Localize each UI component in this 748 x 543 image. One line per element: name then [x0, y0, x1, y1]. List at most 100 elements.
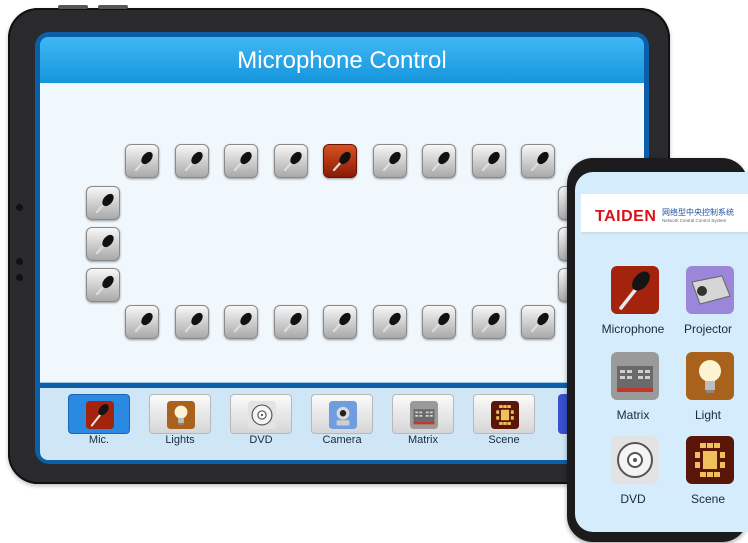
app-scene[interactable]: Scene	[670, 436, 746, 512]
microphone-icon	[184, 151, 203, 172]
mic-button[interactable]	[422, 305, 456, 339]
microphone-icon	[332, 151, 351, 172]
mic-button[interactable]	[372, 144, 407, 178]
page-title: Microphone Control	[237, 47, 447, 74]
microphone-icon	[481, 312, 500, 333]
scene-icon	[491, 397, 519, 433]
disc-icon	[611, 436, 659, 484]
dock-item-scene[interactable]: Scene	[473, 394, 535, 448]
mic-button[interactable]	[323, 144, 357, 178]
microphone-icon	[134, 151, 153, 172]
microphone-icon	[283, 151, 302, 172]
mic-button[interactable]	[521, 305, 555, 339]
mic-button[interactable]	[86, 268, 120, 302]
app-label: Matrix	[616, 408, 650, 422]
app-projector[interactable]: Projector	[670, 266, 746, 342]
microphone-icon	[134, 312, 153, 333]
mic-button[interactable]	[323, 305, 357, 339]
mic-button[interactable]	[125, 305, 159, 339]
dock-label: Mic.	[88, 434, 110, 446]
microphone-icon	[95, 234, 114, 255]
app-microphone[interactable]: Microphone	[595, 266, 671, 342]
microphone-icon	[95, 275, 114, 296]
bottom-dock: Mic. Lights DVD Camera Matrix Scene	[40, 388, 644, 460]
dock-label: Scene	[488, 434, 520, 446]
mic-button[interactable]	[273, 144, 308, 178]
header-bar: Microphone Control	[40, 37, 644, 85]
app-label: Projector	[683, 322, 733, 336]
camera-dot	[16, 258, 23, 265]
camera-icon	[329, 397, 357, 433]
microphone-icon	[611, 266, 659, 314]
microphone-icon	[481, 151, 500, 172]
phone-device: TAIDEN 网络型中央控制系统 Network Central Control…	[567, 158, 748, 542]
brand-tagline-en: Network Central Control System	[662, 218, 727, 223]
dock-tile	[392, 394, 454, 434]
mic-button[interactable]	[125, 144, 159, 178]
microphone-icon	[283, 312, 302, 333]
tablet-screen: Microphone Control Mic. Lights DVD Camera Ma…	[35, 32, 649, 464]
dock-tile	[230, 394, 292, 434]
microphone-icon	[184, 312, 203, 333]
bulb-icon	[686, 352, 734, 400]
microphone-icon	[233, 151, 252, 172]
mic-button[interactable]	[174, 144, 209, 178]
dock-label: Camera	[322, 434, 362, 446]
dock-tile	[473, 394, 535, 434]
mic-button[interactable]	[174, 305, 209, 339]
app-label: Scene	[690, 492, 726, 506]
dock-item-lights[interactable]: Lights	[149, 394, 211, 448]
brand-tagline-cn: 网络型中央控制系统	[662, 208, 734, 217]
projector-icon	[686, 266, 734, 314]
app-label: Light	[694, 408, 722, 422]
mic-button[interactable]	[224, 144, 258, 178]
microphone-icon	[382, 151, 401, 172]
dock-label: DVD	[249, 434, 273, 446]
camera-dot	[16, 274, 23, 281]
brand-header: TAIDEN 网络型中央控制系统 Network Central Control…	[581, 194, 748, 234]
mic-button[interactable]	[273, 305, 308, 339]
brand-logo: TAIDEN	[595, 208, 657, 225]
dock-item-matrix[interactable]: Matrix	[392, 394, 454, 448]
mic-grid-area	[40, 83, 644, 383]
phone-screen: TAIDEN 网络型中央控制系统 Network Central Control…	[575, 172, 748, 532]
matrix-icon	[611, 352, 659, 400]
mic-button[interactable]	[86, 227, 120, 261]
app-label: Microphone	[601, 322, 665, 336]
device-composite: Microphone Control Mic. Lights DVD Camera Ma…	[0, 0, 748, 543]
microphone-icon	[530, 312, 549, 333]
dock-item-camera[interactable]: Camera	[311, 394, 373, 448]
microphone-icon	[332, 312, 351, 333]
microphone-icon	[95, 193, 114, 214]
disc-icon	[248, 397, 276, 433]
volume-button	[58, 5, 88, 9]
volume-button	[98, 5, 128, 9]
camera-dot	[16, 204, 23, 211]
dock-item-mic[interactable]: Mic.	[68, 394, 130, 448]
bulb-icon	[167, 397, 195, 433]
app-matrix[interactable]: Matrix	[595, 352, 671, 428]
app-label: DVD	[620, 492, 646, 506]
microphone-icon	[382, 312, 401, 333]
dock-label: Matrix	[408, 434, 438, 446]
mic-button[interactable]	[224, 305, 258, 339]
app-dvd[interactable]: DVD	[595, 436, 671, 512]
dock-item-dvd[interactable]: DVD	[230, 394, 292, 448]
dock-label: Lights	[165, 434, 195, 446]
microphone-icon	[431, 151, 450, 172]
dock-tile	[149, 394, 211, 434]
microphone-icon	[431, 312, 450, 333]
mic-button[interactable]	[422, 144, 456, 178]
microphone-icon	[530, 151, 549, 172]
mic-button[interactable]	[521, 144, 555, 178]
dock-tile	[311, 394, 373, 434]
dock-tile	[68, 394, 130, 434]
mic-button[interactable]	[86, 186, 120, 220]
microphone-icon	[86, 397, 114, 433]
app-light[interactable]: Light	[670, 352, 746, 428]
mic-button[interactable]	[471, 144, 506, 178]
microphone-icon	[233, 312, 252, 333]
matrix-icon	[410, 397, 438, 433]
mic-button[interactable]	[372, 305, 407, 339]
mic-button[interactable]	[471, 305, 506, 339]
